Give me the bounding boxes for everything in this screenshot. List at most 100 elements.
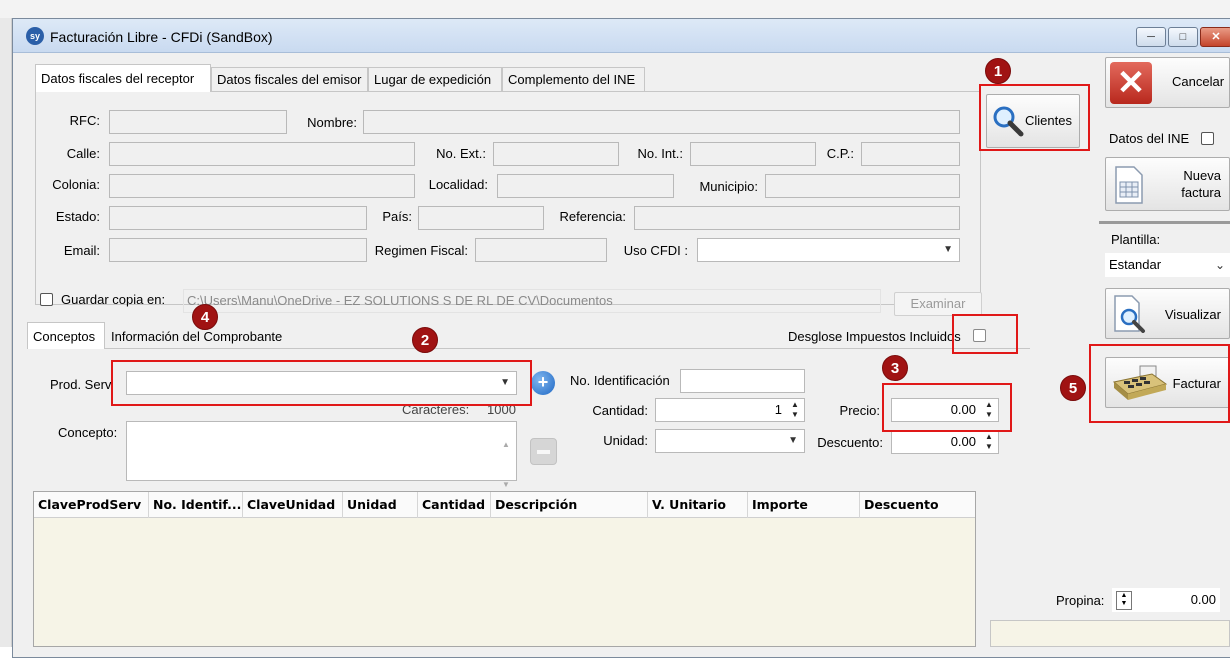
minimize-icon: ─ bbox=[1147, 31, 1155, 43]
regimen-fiscal-input[interactable] bbox=[475, 238, 607, 262]
minus-icon bbox=[537, 450, 550, 454]
annotation-box-5 bbox=[1089, 344, 1230, 423]
close-icon: ✕ bbox=[1211, 31, 1221, 43]
spinner-arrows-icon[interactable]: ▲ ▼ bbox=[984, 432, 994, 452]
cantidad-spinner[interactable]: 1 ▲ ▼ bbox=[655, 398, 805, 422]
plantilla-select[interactable]: Estandar ⌄ bbox=[1105, 253, 1230, 277]
preview-icon bbox=[1114, 295, 1145, 333]
guardar-copia-label: Guardar copia en: bbox=[61, 292, 166, 307]
tab-conceptos[interactable]: Conceptos bbox=[27, 322, 105, 349]
spinner-arrows-icon[interactable]: ▲ ▼ bbox=[790, 400, 800, 420]
desglose-label: Desglose Impuestos Incluidos bbox=[788, 329, 961, 344]
spreadsheet-icon bbox=[1115, 166, 1143, 204]
propina-spinner[interactable]: ▲ ▼ 0.00 bbox=[1112, 588, 1220, 612]
annotation-badge-5: 5 bbox=[1060, 375, 1086, 401]
estado-input[interactable] bbox=[109, 206, 367, 230]
visualizar-button[interactable]: Visualizar bbox=[1105, 288, 1230, 339]
concepto-textarea[interactable] bbox=[126, 421, 517, 481]
tab-datos-emisor[interactable]: Datos fiscales del emisor bbox=[211, 67, 368, 91]
municipio-input[interactable] bbox=[765, 174, 960, 198]
rfc-label: RFC: bbox=[69, 113, 100, 128]
cancelar-label: Cancelar bbox=[1172, 74, 1225, 89]
annotation-badge-1: 1 bbox=[985, 58, 1011, 84]
no-int-label: No. Int.: bbox=[637, 146, 683, 161]
uso-cfdi-select[interactable]: ▼ bbox=[697, 238, 960, 262]
cancelar-button[interactable]: ✕ Cancelar bbox=[1105, 57, 1230, 108]
column-descripcion[interactable]: Descripción bbox=[491, 492, 648, 518]
descuento-spinner[interactable]: 0.00 ▲ ▼ bbox=[891, 430, 999, 454]
column-unidad[interactable]: Unidad bbox=[343, 492, 418, 518]
unidad-label: Unidad: bbox=[603, 433, 648, 448]
annotation-badge-3: 3 bbox=[882, 355, 908, 381]
column-descuento[interactable]: Descuento bbox=[860, 492, 975, 518]
column-clave-unidad[interactable]: ClaveUnidad bbox=[243, 492, 343, 518]
close-window-button[interactable]: ✕ bbox=[1200, 27, 1230, 47]
municipio-label: Municipio: bbox=[699, 179, 758, 194]
guardar-copia-checkbox[interactable] bbox=[40, 293, 53, 306]
chevron-down-icon: ⌄ bbox=[1214, 258, 1225, 272]
window-title: Facturación Libre - CFDi (SandBox) bbox=[50, 29, 273, 45]
rfc-input[interactable] bbox=[109, 110, 287, 134]
column-no-identificacion[interactable]: No. Identif... bbox=[149, 492, 243, 518]
no-ext-label: No. Ext.: bbox=[436, 146, 486, 161]
propina-label: Propina: bbox=[1056, 593, 1105, 608]
annotation-badge-4: 4 bbox=[192, 304, 218, 330]
tab-informacion-comprobante[interactable]: Información del Comprobante bbox=[106, 325, 290, 349]
totals-panel bbox=[990, 620, 1230, 647]
no-int-input[interactable] bbox=[690, 142, 816, 166]
annotation-box-1 bbox=[979, 84, 1090, 151]
add-icon[interactable]: + bbox=[531, 371, 555, 395]
guardar-path-field[interactable] bbox=[183, 289, 881, 313]
minimize-button[interactable]: ─ bbox=[1136, 27, 1166, 47]
referencia-input[interactable] bbox=[634, 206, 960, 230]
calle-label: Calle: bbox=[66, 146, 100, 161]
no-ext-input[interactable] bbox=[493, 142, 619, 166]
examinar-button[interactable]: Examinar bbox=[894, 292, 982, 316]
spinner-arrows-icon[interactable]: ▲ ▼ bbox=[1116, 591, 1132, 610]
nombre-input[interactable] bbox=[363, 110, 960, 134]
annotation-box-2 bbox=[111, 360, 532, 406]
cp-input[interactable] bbox=[861, 142, 960, 166]
remove-button[interactable] bbox=[530, 438, 557, 465]
datos-ine-checkbox[interactable] bbox=[1201, 132, 1214, 145]
colonia-input[interactable] bbox=[109, 174, 415, 198]
annotation-box-3 bbox=[882, 383, 1012, 432]
pais-label: País: bbox=[382, 209, 412, 224]
regimen-fiscal-label: Regimen Fiscal: bbox=[374, 243, 468, 258]
uso-cfdi-label: Uso CFDI : bbox=[623, 243, 688, 258]
concepto-scrollbar[interactable]: ▲ ▼ bbox=[500, 425, 512, 489]
column-cantidad[interactable]: Cantidad bbox=[418, 492, 491, 518]
tab-complemento-ine[interactable]: Complemento del INE bbox=[502, 67, 645, 91]
descuento-label: Descuento: bbox=[817, 435, 883, 450]
cantidad-label: Cantidad: bbox=[592, 403, 648, 418]
no-identificacion-label: No. Identificación bbox=[570, 373, 670, 388]
app-icon: sy bbox=[26, 27, 44, 45]
column-importe[interactable]: Importe bbox=[748, 492, 860, 518]
plantilla-label: Plantilla: bbox=[1111, 232, 1161, 247]
annotation-badge-2: 2 bbox=[412, 327, 438, 353]
nombre-label: Nombre: bbox=[307, 115, 357, 130]
nueva-factura-button[interactable]: Nueva factura bbox=[1105, 157, 1230, 211]
tab-lugar-expedicion[interactable]: Lugar de expedición bbox=[368, 67, 502, 91]
background-window-edge bbox=[0, 18, 12, 647]
estado-label: Estado: bbox=[55, 209, 100, 224]
localidad-label: Localidad: bbox=[428, 177, 488, 192]
unidad-select[interactable]: ▼ bbox=[655, 429, 805, 453]
side-separator bbox=[1099, 221, 1230, 224]
propina-value: 0.00 bbox=[1190, 592, 1216, 607]
pais-input[interactable] bbox=[418, 206, 544, 230]
annotation-box-desglose bbox=[952, 314, 1018, 354]
maximize-button[interactable]: □ bbox=[1168, 27, 1198, 47]
cancel-x-icon: ✕ bbox=[1110, 62, 1152, 104]
column-v-unitario[interactable]: V. Unitario bbox=[648, 492, 748, 518]
column-clave-prod-serv[interactable]: ClaveProdServ bbox=[34, 492, 149, 518]
email-input[interactable] bbox=[109, 238, 367, 262]
localidad-input[interactable] bbox=[497, 174, 674, 198]
tab-datos-receptor[interactable]: Datos fiscales del receptor bbox=[35, 64, 211, 92]
descuento-value: 0.00 bbox=[950, 434, 976, 449]
calle-input[interactable] bbox=[109, 142, 415, 166]
plantilla-value: Estandar bbox=[1109, 257, 1162, 272]
referencia-label: Referencia: bbox=[559, 209, 626, 224]
no-identificacion-input[interactable] bbox=[680, 369, 805, 393]
nueva-factura-label-1: Nueva bbox=[1183, 168, 1221, 183]
